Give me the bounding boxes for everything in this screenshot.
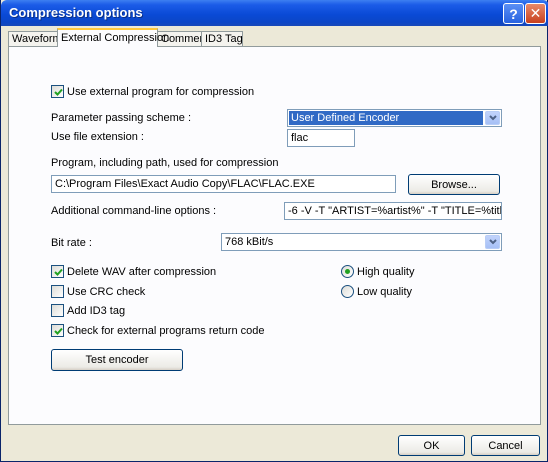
window-title: Compression options [9, 5, 143, 20]
high-quality-radio[interactable] [341, 265, 354, 278]
tab-external-compression[interactable]: External Compression [57, 28, 169, 47]
return-code-checkbox[interactable] [51, 324, 64, 337]
use-external-label: Use external program for compression [67, 86, 255, 98]
checkmark-icon [54, 327, 63, 335]
tab-id3-tag[interactable]: ID3 Tag [201, 31, 243, 46]
chevron-down-icon [485, 111, 500, 125]
help-icon: ? [509, 5, 518, 22]
use-external-checkbox[interactable] [51, 85, 64, 98]
bitrate-value: 768 kBit/s [225, 236, 274, 248]
cmdline-input[interactable]: -6 -V -T "ARTIST=%artist%" -T "TITLE=%ti… [284, 202, 502, 220]
delete-wav-label: Delete WAV after compression [67, 266, 217, 278]
file-extension-label: Use file extension : [51, 131, 144, 143]
param-scheme-select[interactable]: User Defined Encoder [287, 109, 502, 127]
return-code-label: Check for external programs return code [67, 325, 265, 337]
program-path-label: Program, including path, used for compre… [51, 157, 279, 169]
program-path-input[interactable]: C:\Program Files\Exact Audio Copy\FLAC\F… [51, 175, 396, 193]
id3-label: Add ID3 tag [67, 305, 126, 317]
close-button[interactable]: ✕ [525, 3, 546, 24]
crc-label: Use CRC check [67, 286, 146, 298]
tab-waveform[interactable]: Waveform [8, 31, 62, 46]
param-scheme-label: Parameter passing scheme : [51, 112, 192, 124]
close-icon: ✕ [529, 5, 542, 21]
compression-options-dialog: Compression options ? ✕ Waveform Externa… [0, 0, 548, 462]
bitrate-select[interactable]: 768 kBit/s [221, 233, 502, 251]
cmdline-label: Additional command-line options : [51, 205, 217, 217]
low-quality-radio[interactable] [341, 285, 354, 298]
low-quality-label: Low quality [357, 286, 413, 298]
radio-selected-dot [345, 269, 350, 274]
checkmark-icon [54, 88, 63, 96]
file-extension-input[interactable]: flac [287, 129, 355, 147]
bitrate-label: Bit rate : [51, 237, 92, 249]
test-encoder-button[interactable]: Test encoder [51, 349, 183, 371]
checkmark-icon [54, 268, 63, 276]
param-scheme-value: User Defined Encoder [289, 111, 483, 125]
chevron-down-icon [485, 235, 500, 249]
ok-button[interactable]: OK [398, 435, 465, 456]
browse-button[interactable]: Browse... [408, 174, 500, 195]
high-quality-label: High quality [357, 266, 415, 278]
delete-wav-checkbox[interactable] [51, 265, 64, 278]
external-compression-panel: Use external program for compression Par… [8, 46, 541, 425]
cancel-button[interactable]: Cancel [471, 435, 540, 456]
id3-checkbox[interactable] [51, 304, 64, 317]
help-button[interactable]: ? [503, 3, 524, 24]
title-bar[interactable]: Compression options ? ✕ [1, 0, 548, 26]
crc-checkbox[interactable] [51, 285, 64, 298]
